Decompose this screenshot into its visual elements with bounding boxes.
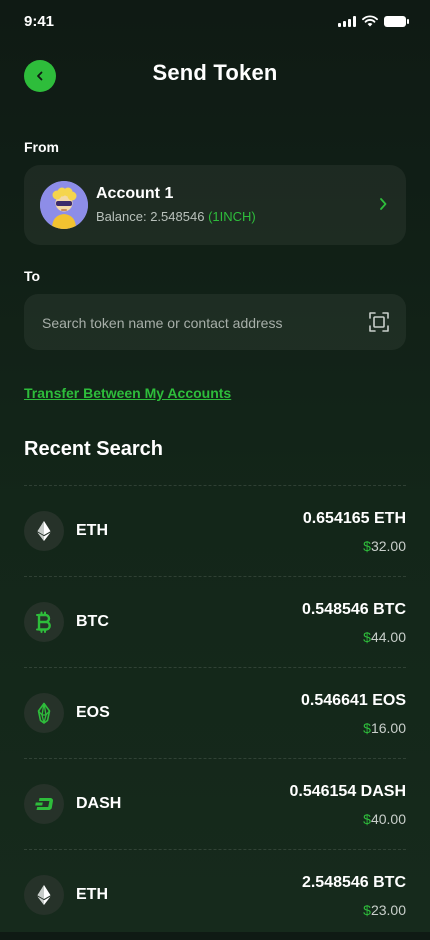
cellular-signal-icon <box>338 15 356 27</box>
token-amount: 0.654165 ETH <box>302 510 406 527</box>
token-amount: 0.546154 DASH <box>289 783 406 800</box>
chevron-right-icon <box>380 198 387 210</box>
token-symbol: BTC <box>76 613 109 630</box>
token-amount: 2.548546 BTC <box>301 874 406 891</box>
avatar <box>40 181 88 229</box>
balance-amount: Balance: 2.548546 <box>96 209 205 224</box>
token-symbol: ETH <box>76 522 108 539</box>
token-row[interactable]: ETH 2.548546 BTC $23.00 <box>24 849 406 940</box>
ethereum-icon <box>24 875 64 915</box>
token-row[interactable]: BTC 0.548546 BTC $44.00 <box>24 576 406 667</box>
bitcoin-icon <box>24 602 64 642</box>
page-title: Send Token <box>152 60 278 85</box>
wifi-icon <box>362 15 378 27</box>
recent-search-title: Recent Search <box>24 438 163 460</box>
to-label: To <box>24 268 41 284</box>
status-icons <box>338 15 409 27</box>
account-selector[interactable]: Account 1 Balance: 2.548546 (1INCH) <box>24 165 406 245</box>
recipient-search-input[interactable] <box>40 294 364 352</box>
scan-qr-icon[interactable] <box>368 311 390 333</box>
token-row[interactable]: DASH 0.546154 DASH $40.00 <box>24 758 406 849</box>
token-row[interactable]: EOS 0.546641 EOS $16.00 <box>24 667 406 758</box>
recent-token-list: ETH 0.654165 ETH $32.00 BTC 0.548546 BTC… <box>24 485 406 940</box>
token-symbol: ETH <box>76 886 108 903</box>
dash-icon <box>24 784 64 824</box>
account-name: Account 1 <box>96 185 174 202</box>
token-usd-value: $32.00 <box>363 538 406 554</box>
recipient-search-box <box>24 294 406 352</box>
token-amount: 0.546641 EOS <box>301 692 406 709</box>
eos-icon <box>24 693 64 733</box>
ethereum-icon <box>24 511 64 551</box>
back-button[interactable] <box>24 60 56 92</box>
header: Send Token <box>0 58 430 94</box>
token-usd-value: $44.00 <box>363 629 406 645</box>
token-usd-value: $40.00 <box>363 811 406 827</box>
balance-unit: (1INCH) <box>208 209 256 224</box>
from-label: From <box>24 139 59 155</box>
status-time: 9:41 <box>24 13 55 30</box>
token-row[interactable]: ETH 0.654165 ETH $32.00 <box>24 485 406 576</box>
transfer-between-accounts-link[interactable]: Transfer Between My Accounts <box>24 385 231 401</box>
battery-icon <box>384 15 409 27</box>
token-symbol: DASH <box>76 795 122 812</box>
token-symbol: EOS <box>76 704 110 721</box>
status-bar: 9:41 <box>0 0 430 44</box>
token-amount: 0.548546 BTC <box>301 601 406 618</box>
account-balance: Balance: 2.548546 (1INCH) <box>96 209 256 224</box>
token-usd-value: $16.00 <box>363 720 406 736</box>
token-usd-value: $23.00 <box>363 902 406 918</box>
chevron-left-icon <box>37 71 43 81</box>
